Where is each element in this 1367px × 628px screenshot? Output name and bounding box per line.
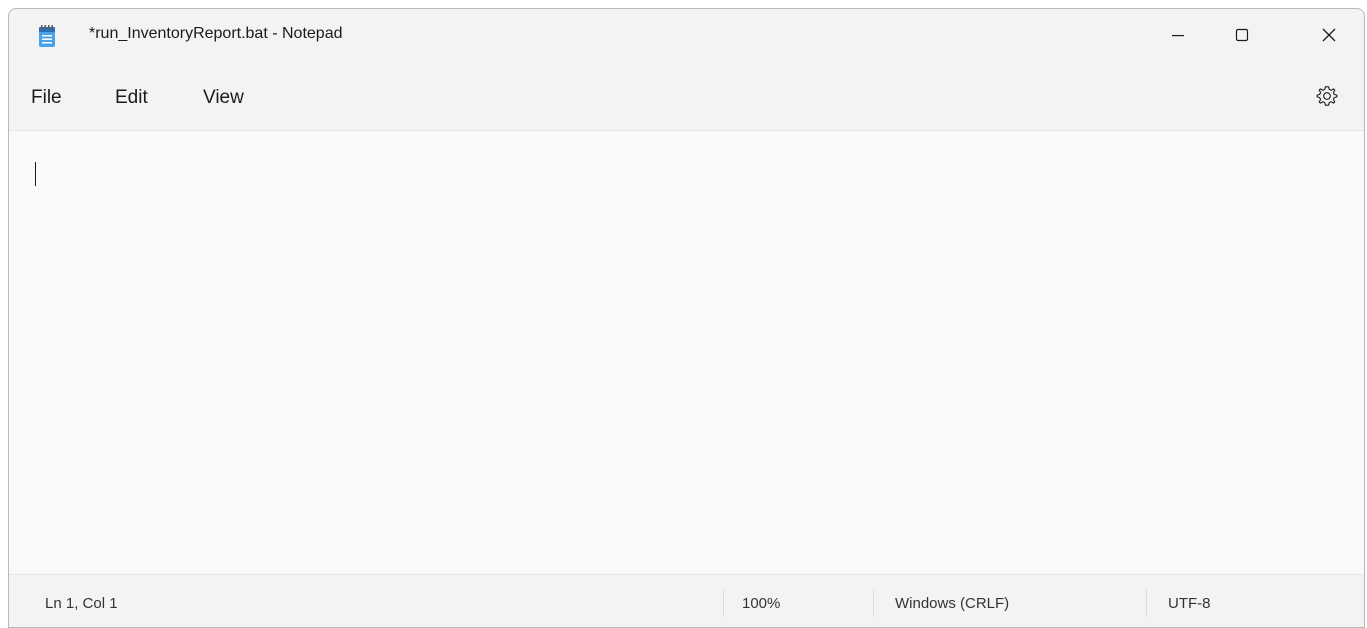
notepad-window: *run_InventoryReport.bat - Notepad File … [8,8,1365,628]
gear-icon [1315,84,1339,113]
status-divider [1146,589,1147,617]
menu-file[interactable]: File [31,87,62,109]
maximize-button[interactable] [1219,9,1265,61]
zoom-level[interactable]: 100% [742,595,780,612]
settings-button[interactable] [1312,83,1342,113]
menu-view[interactable]: View [203,87,244,109]
text-caret [35,162,36,186]
close-button[interactable] [1306,9,1352,61]
title-bar[interactable]: *run_InventoryReport.bat - Notepad [9,9,1364,61]
notepad-icon [37,24,57,48]
cursor-position: Ln 1, Col 1 [45,595,118,612]
minimize-icon [1170,27,1186,43]
close-icon [1321,27,1337,43]
text-editor-area[interactable] [9,130,1364,575]
window-title: *run_InventoryReport.bat - Notepad [89,25,343,42]
status-divider [723,589,724,617]
status-divider [873,589,874,617]
menu-bar: File Edit View [9,61,1364,130]
minimize-button[interactable] [1155,9,1201,61]
status-bar: Ln 1, Col 1 100% Windows (CRLF) UTF-8 [9,575,1364,627]
menu-edit[interactable]: Edit [115,87,148,109]
maximize-icon [1234,27,1250,43]
line-endings[interactable]: Windows (CRLF) [895,595,1009,612]
encoding[interactable]: UTF-8 [1168,595,1211,612]
